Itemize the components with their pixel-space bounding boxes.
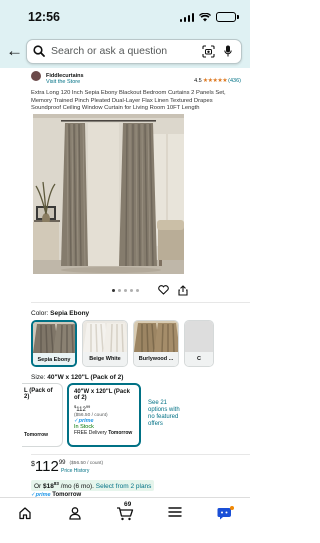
ai-indicator-dot (230, 506, 234, 510)
status-time: 12:56 (28, 10, 60, 24)
person-icon (69, 507, 81, 520)
color-option-beige-white[interactable]: Beige White (82, 320, 128, 367)
image-carousel-dots[interactable] (0, 289, 250, 292)
size-option-price: $11299 (74, 404, 134, 413)
swatch-image (185, 321, 213, 352)
size-option-name: L (Pack of 2) (24, 388, 53, 400)
delivery-day: Tomorrow (108, 430, 133, 436)
menu-icon (168, 507, 182, 517)
size-label: Size: 40"W x 120"L (Pack of 2) (31, 374, 123, 381)
plan-prefix: Or (34, 483, 42, 491)
swatch-image (33, 322, 75, 353)
price-unit: ($56.50 / count) (69, 461, 104, 466)
color-selected-value: Sepia Ebony (50, 310, 90, 317)
nav-home[interactable] (10, 506, 40, 524)
carousel-dot[interactable] (117, 289, 121, 292)
rating-count: (436) (228, 77, 241, 84)
swatch-label: Burlywood ... (134, 352, 178, 366)
product-image[interactable] (33, 114, 184, 274)
carousel-dot[interactable] (111, 289, 115, 292)
cart-icon (117, 507, 134, 521)
curtain-right-panel (119, 123, 157, 267)
size-label-text: Size: (31, 374, 46, 381)
heart-icon[interactable] (158, 285, 169, 295)
signal-icon (179, 12, 194, 22)
bottom-nav: 69 (0, 497, 250, 543)
curtain-left-panel (61, 123, 88, 267)
plan-amount: $1883 (43, 481, 59, 491)
brand-row: Fiddlecurtains Visit the Store 4.5 ★★★★★… (0, 68, 250, 88)
nav-rufus[interactable] (210, 506, 240, 524)
divider (31, 302, 250, 303)
color-option-sepia-ebony[interactable]: Sepia Ebony (31, 320, 77, 367)
swatch-image (134, 321, 178, 352)
size-option-name: 40"W x 120"L (Pack of 2) (74, 389, 130, 401)
nav-cart[interactable]: 69 (110, 501, 140, 524)
brand-logo[interactable] (31, 71, 41, 81)
cart-count: 69 (124, 501, 132, 508)
home-icon (19, 507, 31, 520)
search-bar[interactable]: Search or ask a question (26, 38, 242, 64)
delivery-prefix: FREE Delivery (74, 430, 107, 436)
rating-summary[interactable]: 4.5 ★★★★★ (436) (194, 77, 241, 85)
nav-account[interactable] (60, 506, 90, 524)
microphone-icon[interactable] (221, 44, 235, 58)
swatch-label: C (185, 352, 213, 366)
price-whole: 112 (34, 458, 59, 475)
color-label-text: Color: (31, 310, 49, 317)
color-swatches: Sepia Ebony Beige White Burlywood ... C (31, 320, 214, 367)
color-option-burlywood[interactable]: Burlywood ... (133, 320, 179, 367)
image-actions (158, 285, 188, 296)
camera-scan-icon[interactable] (201, 44, 215, 58)
status-bar: 12:56 (0, 0, 250, 34)
swatch-image (83, 321, 127, 352)
visit-store-link[interactable]: Visit the Store (46, 79, 194, 86)
color-option-partial[interactable]: C (184, 320, 214, 367)
size-option-previous[interactable]: L (Pack of 2) Tomorrow (22, 383, 63, 447)
share-icon[interactable] (178, 285, 188, 296)
back-arrow-icon[interactable]: ← (6, 41, 23, 61)
swatch-label: Sepia Ebony (33, 353, 75, 365)
carousel-dot[interactable] (135, 289, 139, 292)
rating-stars-icon: ★★★★★ (202, 78, 228, 84)
price-cents: 99 (58, 460, 66, 466)
brand-text: Fiddlecurtains Visit the Store (46, 73, 194, 86)
color-label: Color: Sepia Ebony (31, 310, 89, 317)
delivery-day: Tomorrow (24, 432, 49, 438)
nav-menu[interactable] (160, 506, 190, 524)
size-selected-value: 40"W x 120"L (Pack of 2) (47, 374, 124, 381)
swatch-label: Beige White (83, 352, 127, 366)
select-plans-link[interactable]: Select from 2 plans (96, 483, 152, 490)
plan-amount-cents: 83 (53, 481, 59, 486)
carousel-dot[interactable] (129, 289, 133, 292)
status-icons (179, 12, 239, 22)
search-icon (33, 45, 45, 57)
price-cents: 99 (85, 404, 91, 409)
divider (31, 454, 250, 455)
size-option-40x120[interactable]: 40"W x 120"L (Pack of 2) $11299 ($56.50 … (67, 383, 141, 447)
plan-term: /mo (6 mo). (60, 483, 94, 491)
rating-value: 4.5 (194, 77, 202, 84)
wifi-icon (199, 12, 211, 21)
battery-icon (216, 12, 239, 22)
size-option-delivery: Tomorrow (24, 432, 57, 438)
price-history-link[interactable]: Price History (61, 468, 89, 474)
payment-plan-row: Or $1883 /mo (6 mo). Select from 2 plans (31, 480, 155, 492)
carousel-dot[interactable] (123, 289, 127, 292)
size-option-delivery: FREE Delivery Tomorrow (74, 430, 134, 436)
size-options: L (Pack of 2) Tomorrow 40"W x 120"L (Pac… (22, 383, 141, 447)
search-header: ← Search or ask a question (0, 34, 250, 68)
see-more-options-link[interactable]: See 21 options with no featured offers (148, 400, 188, 428)
plan-amount-dollar: $18 (43, 483, 54, 491)
search-placeholder: Search or ask a question (51, 45, 168, 57)
